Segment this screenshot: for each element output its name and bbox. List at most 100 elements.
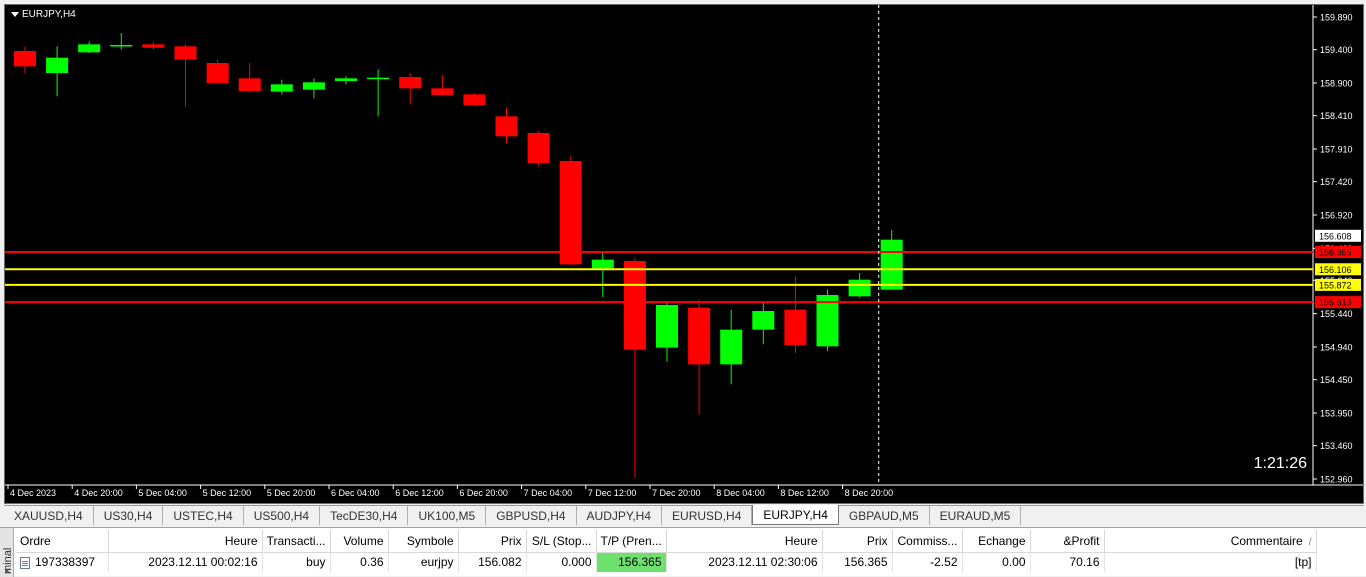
bull-candle[interactable] bbox=[78, 44, 101, 53]
order-document-icon bbox=[20, 557, 30, 570]
cell-value: eurjpy bbox=[420, 555, 454, 570]
chart-tab[interactable]: XAUUSD,H4 bbox=[4, 506, 94, 525]
chart-tab[interactable]: US30,H4 bbox=[94, 506, 164, 525]
chart-tab[interactable]: UK100,M5 bbox=[408, 506, 487, 525]
terminal-panel: × minal Ordre Heure Transacti... Volume Symb… bbox=[0, 527, 1366, 577]
chart-tab[interactable]: EURAUD,M5 bbox=[930, 506, 1022, 525]
candlestick-plot[interactable]: 159.890 159.400 158.900 158.410 157.910 157.4… bbox=[5, 5, 1363, 503]
bear-candle[interactable] bbox=[463, 94, 486, 105]
price-tick-label: 153.950 bbox=[1320, 409, 1353, 419]
time-tick-label: 8 Dec 12:00 bbox=[780, 488, 829, 498]
table-cell: 2023.12.11 00:02:16 bbox=[108, 552, 263, 572]
column-header-label: Commentaire bbox=[1230, 533, 1303, 548]
bear-candle[interactable] bbox=[174, 46, 197, 60]
column-header-label: Prix bbox=[866, 533, 888, 548]
chart-tab[interactable]: US500,H4 bbox=[244, 506, 321, 525]
bull-candle[interactable] bbox=[302, 82, 325, 90]
cell-value: -2.52 bbox=[930, 555, 958, 570]
table-row[interactable]: 197338397 2023.12.11 00:02:16 buy 0.36 eurjp… bbox=[16, 552, 1317, 572]
column-header[interactable]: T/P (Pren... bbox=[596, 530, 667, 553]
cell-value: 0.00 bbox=[1002, 555, 1026, 570]
column-header-label: S/L (Stop... bbox=[531, 533, 592, 548]
table-cell: 70.16 bbox=[1030, 552, 1105, 572]
bull-candle[interactable] bbox=[752, 311, 775, 330]
bull-candle[interactable] bbox=[720, 329, 743, 365]
bear-candle[interactable] bbox=[14, 51, 36, 67]
time-tick-label: 7 Dec 04:00 bbox=[524, 488, 573, 498]
column-header[interactable]: Volume bbox=[330, 530, 389, 553]
terminal-side-tab[interactable]: × minal bbox=[0, 528, 14, 577]
bull-candle[interactable] bbox=[335, 78, 357, 81]
price-level-label: 155.872 bbox=[1319, 280, 1352, 290]
column-header-label: Symbole bbox=[406, 533, 454, 548]
column-header[interactable]: &Profit bbox=[1030, 530, 1105, 553]
chart-tab[interactable]: EURJPY,H4 bbox=[752, 505, 839, 525]
column-header[interactable]: Prix bbox=[822, 530, 893, 553]
bear-candle[interactable] bbox=[559, 161, 582, 265]
chart-tab[interactable]: EURUSD,H4 bbox=[662, 506, 753, 525]
sort-arrow-icon[interactable]: / bbox=[1309, 537, 1312, 548]
bear-candle[interactable] bbox=[399, 77, 422, 89]
column-header[interactable]: Commiss... bbox=[892, 530, 963, 553]
bear-candle[interactable] bbox=[623, 261, 646, 350]
column-header[interactable]: Transacti... bbox=[262, 530, 331, 553]
column-header[interactable]: Heure bbox=[666, 530, 823, 553]
bear-candle[interactable] bbox=[688, 307, 711, 365]
column-header[interactable]: Prix bbox=[458, 530, 527, 553]
column-header[interactable]: Ordre bbox=[16, 530, 109, 553]
bear-candle[interactable] bbox=[431, 88, 454, 95]
price-level-label: 155.613 bbox=[1319, 298, 1352, 308]
column-header-label: Echange bbox=[978, 533, 1026, 548]
column-header[interactable]: Commentaire / bbox=[1104, 530, 1317, 553]
column-header-label: Heure bbox=[784, 533, 818, 548]
bull-candle[interactable] bbox=[591, 259, 614, 269]
bear-candle[interactable] bbox=[238, 78, 261, 91]
chart-symbol-label[interactable]: EURJPY,H4 bbox=[11, 9, 76, 20]
bull-candle[interactable] bbox=[270, 84, 293, 92]
price-tick-label: 155.440 bbox=[1320, 309, 1353, 319]
price-tick-label: 153.460 bbox=[1320, 441, 1353, 451]
bear-candle[interactable] bbox=[784, 309, 807, 345]
bull-candle[interactable] bbox=[46, 57, 69, 73]
bear-candle[interactable] bbox=[206, 63, 229, 83]
bear-candle[interactable] bbox=[527, 133, 550, 163]
chart-tab[interactable]: TecDE30,H4 bbox=[320, 506, 409, 525]
price-chart[interactable]: EURJPY,H4 1:21:26 159.890 159.400 158.900 1… bbox=[4, 4, 1364, 504]
time-tick-label: 7 Dec 20:00 bbox=[652, 488, 701, 498]
current-price-label: 156.608 bbox=[1319, 231, 1352, 241]
bull-candle[interactable] bbox=[110, 45, 133, 47]
column-header-label: Ordre bbox=[20, 533, 51, 548]
chart-tab[interactable]: GBPUSD,H4 bbox=[486, 506, 577, 525]
terminal-side-label: minal bbox=[2, 547, 14, 574]
column-header-label: Volume bbox=[343, 533, 384, 548]
column-header[interactable]: S/L (Stop... bbox=[526, 530, 597, 553]
table-cell: 0.000 bbox=[526, 552, 597, 572]
chart-symbol-title: EURJPY,H4 bbox=[22, 9, 76, 20]
bar-countdown-timer: 1:21:26 bbox=[1253, 455, 1307, 472]
table-header-row: Ordre Heure Transacti... Volume Symbole Prix S… bbox=[16, 530, 1317, 553]
bear-candle[interactable] bbox=[142, 44, 165, 48]
time-tick-label: 8 Dec 20:00 bbox=[845, 488, 894, 498]
column-header[interactable]: Heure bbox=[108, 530, 263, 553]
column-header-label: Commiss... bbox=[897, 533, 958, 548]
column-header-label: T/P (Pren... bbox=[600, 533, 662, 548]
bull-candle[interactable] bbox=[848, 279, 871, 297]
bear-candle[interactable] bbox=[495, 116, 518, 137]
dropdown-triangle-icon[interactable] bbox=[11, 11, 19, 17]
table-body: 197338397 2023.12.11 00:02:16 buy 0.36 eurjp… bbox=[16, 552, 1317, 572]
bull-candle[interactable] bbox=[880, 239, 903, 290]
chart-tab[interactable]: USTEC,H4 bbox=[163, 506, 244, 525]
column-header[interactable]: Echange bbox=[962, 530, 1031, 553]
time-tick-label: 6 Dec 20:00 bbox=[459, 488, 508, 498]
chart-tab[interactable]: GBPAUD,M5 bbox=[839, 506, 930, 525]
table-cell: 2023.12.11 02:30:06 bbox=[666, 552, 823, 572]
column-header-label: &Profit bbox=[1063, 533, 1100, 548]
chart-tabs-bar: XAUUSD,H4 US30,H4 USTEC,H4 US500,H4 TecDE30,… bbox=[4, 505, 1364, 525]
bull-candle[interactable] bbox=[656, 305, 678, 348]
bull-candle[interactable] bbox=[367, 77, 390, 80]
chart-tab[interactable]: AUDJPY,H4 bbox=[577, 506, 663, 525]
column-header[interactable]: Symbole bbox=[388, 530, 459, 553]
time-tick-label: 6 Dec 04:00 bbox=[331, 488, 380, 498]
cell-value: 156.365 bbox=[618, 555, 662, 570]
table-cell: [tp] bbox=[1104, 552, 1317, 572]
